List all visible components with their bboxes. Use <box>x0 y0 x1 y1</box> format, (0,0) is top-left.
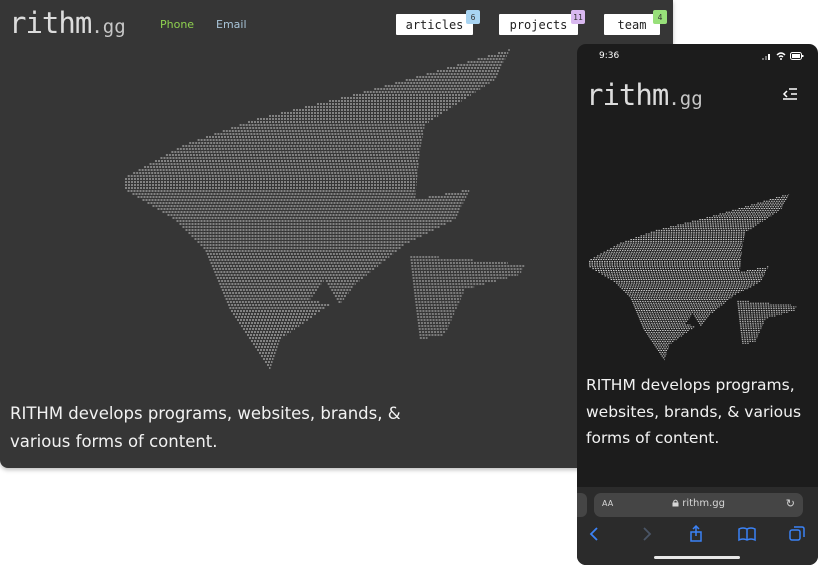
share-icon[interactable] <box>687 525 705 543</box>
nav-team-button[interactable]: team 4 <box>604 10 667 35</box>
home-indicator <box>654 556 740 559</box>
ascii-art-logo <box>125 49 525 369</box>
status-time: 9:36 <box>599 51 620 61</box>
nav-articles-label: articles <box>405 17 464 32</box>
tabs-icon[interactable] <box>788 525 806 543</box>
status-icons <box>762 52 804 60</box>
mobile-ascii-art-logo <box>589 194 797 361</box>
desktop-view: rithm.gg Phone Email articles 6 projects… <box>0 0 673 468</box>
status-bar: 9:36 <box>577 44 818 68</box>
browser-toolbar <box>577 523 818 547</box>
back-icon[interactable] <box>586 525 604 543</box>
forward-icon[interactable] <box>637 525 655 543</box>
bookmarks-icon[interactable] <box>738 525 756 543</box>
nav-articles-button[interactable]: articles 6 <box>396 10 480 35</box>
mobile-logo-name: rithm <box>586 78 669 112</box>
nav-team-label: team <box>617 17 647 32</box>
logo-name: rithm <box>9 6 92 40</box>
projects-count-badge: 11 <box>571 10 585 24</box>
mobile-site-logo[interactable]: rithm.gg <box>586 78 703 112</box>
site-logo[interactable]: rithm.gg <box>9 6 126 40</box>
signal-icon <box>762 53 770 60</box>
nav-projects-label: projects <box>509 17 568 32</box>
wifi-icon <box>776 52 786 60</box>
phone-link[interactable]: Phone <box>160 18 194 31</box>
reload-icon[interactable]: ↻ <box>786 497 795 510</box>
browser-chrome: AA rithm.gg ↻ <box>577 487 818 565</box>
hero-tagline: RITHM develops programs, websites, brand… <box>10 404 401 451</box>
mobile-view: 9:36 rithm.gg RITHM develops programs, w… <box>577 44 818 565</box>
battery-icon <box>790 52 804 60</box>
email-link[interactable]: Email <box>216 18 247 31</box>
address-bar[interactable]: AA rithm.gg ↻ <box>594 493 803 517</box>
previous-tab-peek[interactable] <box>577 493 587 517</box>
url-text: rithm.gg <box>594 498 803 509</box>
articles-count-badge: 6 <box>466 10 480 24</box>
url-label: rithm.gg <box>682 498 725 509</box>
lock-icon <box>672 499 679 507</box>
mobile-logo-tld: .gg <box>668 88 703 110</box>
menu-icon[interactable] <box>782 86 798 102</box>
team-count-badge: 4 <box>653 10 667 24</box>
logo-tld: .gg <box>91 16 126 38</box>
mobile-hero-tagline: RITHM develops programs, websites, brand… <box>586 376 802 447</box>
nav-projects-button[interactable]: projects 11 <box>499 10 585 35</box>
